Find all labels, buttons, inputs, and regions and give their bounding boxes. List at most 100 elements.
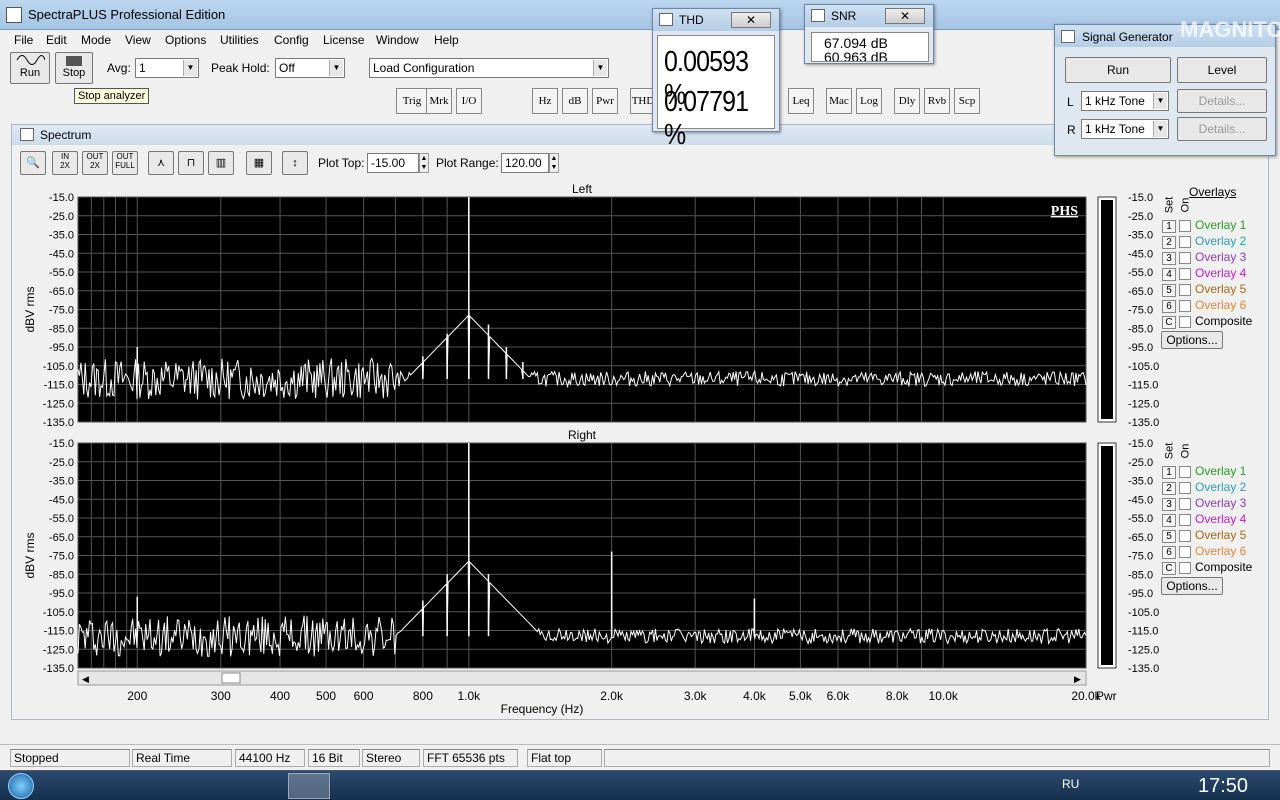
toolbar-btn-rvb[interactable]: Rvb bbox=[924, 88, 950, 114]
peakhold-select[interactable]: Off ▼ bbox=[275, 58, 345, 78]
ytick-left: -115.0 bbox=[44, 380, 74, 392]
menu-options[interactable]: Options bbox=[165, 33, 206, 47]
toolbar-btn-mac[interactable]: Mac bbox=[826, 88, 852, 114]
taskbar-app-spectraplus[interactable] bbox=[288, 773, 330, 799]
zoom-out-2x-icon[interactable]: OUT 2X bbox=[82, 151, 108, 175]
overlay-checkbox[interactable] bbox=[1179, 561, 1191, 574]
ytick-right: -75.0 bbox=[1128, 305, 1153, 317]
menu-mode[interactable]: Mode bbox=[81, 33, 111, 47]
toolbar-btn-log[interactable]: Log bbox=[856, 88, 882, 114]
overlay-row-3: 3 Overlay 3 bbox=[1162, 496, 1246, 511]
plot-title-1: Right bbox=[568, 428, 597, 442]
clock[interactable]: 17:50 bbox=[1198, 775, 1248, 798]
overlay-label: Overlay 1 bbox=[1195, 464, 1247, 478]
plot-range-spinner[interactable]: ▲ ▼ bbox=[549, 153, 559, 173]
overlay-checkbox[interactable] bbox=[1179, 315, 1191, 328]
overlay-checkbox[interactable] bbox=[1179, 235, 1191, 248]
overlay-set-button[interactable]: 5 bbox=[1162, 284, 1176, 297]
overlay-set-button[interactable]: 4 bbox=[1162, 268, 1176, 281]
bar-plot-icon[interactable]: ▥ bbox=[208, 151, 234, 175]
spectrum-title: Spectrum bbox=[40, 128, 92, 142]
toolbar-btn-mrk[interactable]: Mrk bbox=[426, 88, 452, 114]
plot-top-spinner[interactable]: ▲ ▼ bbox=[419, 153, 429, 173]
overlay-set-button[interactable]: 3 bbox=[1162, 252, 1176, 265]
overlay-checkbox[interactable] bbox=[1179, 513, 1191, 526]
toolbar-btn-leq[interactable]: Leq bbox=[788, 88, 814, 114]
siggen-r-label: R bbox=[1067, 123, 1076, 137]
overlay-checkbox[interactable] bbox=[1179, 219, 1191, 232]
toolbar-btn-trig[interactable]: Trig bbox=[396, 88, 428, 114]
overlay-label: Overlay 3 bbox=[1195, 250, 1247, 264]
siggen-level-button[interactable]: Level bbox=[1177, 57, 1267, 83]
overlay-set-button[interactable]: 1 bbox=[1162, 220, 1176, 233]
siggen-r-details-button[interactable]: Details... bbox=[1177, 117, 1267, 141]
toolbar-btn-hz[interactable]: Hz bbox=[532, 88, 558, 114]
peakhold-label: Peak Hold: bbox=[211, 61, 270, 75]
toolbar-btn-dly[interactable]: Dly bbox=[894, 88, 920, 114]
overlay-checkbox[interactable] bbox=[1179, 481, 1191, 494]
menu-window[interactable]: Window bbox=[376, 33, 419, 47]
step-plot-icon[interactable]: ⊓ bbox=[178, 151, 204, 175]
overlay-set-button[interactable]: 4 bbox=[1162, 514, 1176, 527]
overlay-checkbox[interactable] bbox=[1179, 267, 1191, 280]
menu-utilities[interactable]: Utilities bbox=[220, 33, 259, 47]
close-icon[interactable]: ✕ bbox=[731, 12, 771, 28]
config-value: Load Configuration bbox=[373, 61, 475, 75]
plot-range-input[interactable]: 120.00 bbox=[501, 153, 549, 173]
overlay-set-button[interactable]: 2 bbox=[1162, 482, 1176, 495]
siggen-l-details-button[interactable]: Details... bbox=[1177, 89, 1267, 113]
stop-button[interactable]: Stop bbox=[55, 52, 93, 84]
run-button[interactable]: Run bbox=[10, 52, 50, 84]
overlay-set-button[interactable]: 2 bbox=[1162, 236, 1176, 249]
zoom-in-2x-icon[interactable]: IN 2X bbox=[52, 151, 78, 175]
run-label: Run bbox=[19, 67, 41, 79]
menu-file[interactable]: File bbox=[14, 33, 33, 47]
siggen-l-select[interactable]: 1 kHz Tone ▼ bbox=[1081, 91, 1169, 111]
overlay-set-button[interactable]: 6 bbox=[1162, 300, 1176, 313]
overlay-set-button[interactable]: 6 bbox=[1162, 546, 1176, 559]
overlay-set-button[interactable]: C bbox=[1162, 562, 1176, 575]
overlay-checkbox[interactable] bbox=[1179, 545, 1191, 558]
overlay-checkbox[interactable] bbox=[1179, 497, 1191, 510]
config-select[interactable]: Load Configuration ▼ bbox=[369, 58, 609, 78]
zoom-out-full-icon[interactable]: OUT FULL bbox=[112, 151, 138, 175]
menu-license[interactable]: License bbox=[323, 33, 364, 47]
overlay-set-button[interactable]: C bbox=[1162, 316, 1176, 329]
start-button[interactable] bbox=[8, 773, 34, 799]
menu-view[interactable]: View bbox=[125, 33, 151, 47]
avg-select[interactable]: 1 ▼ bbox=[135, 58, 199, 78]
menu-config[interactable]: Config bbox=[274, 33, 309, 47]
menu-help[interactable]: Help bbox=[434, 33, 459, 47]
toolbar-btn-db[interactable]: dB bbox=[562, 88, 588, 114]
siggen-r-select[interactable]: 1 kHz Tone ▼ bbox=[1081, 119, 1169, 139]
overlay-set-button[interactable]: 1 bbox=[1162, 466, 1176, 479]
overlays-options-button[interactable]: Options... bbox=[1161, 331, 1223, 349]
overlay-checkbox[interactable] bbox=[1179, 299, 1191, 312]
overlay-checkbox[interactable] bbox=[1179, 529, 1191, 542]
overlays-options-button[interactable]: Options... bbox=[1161, 577, 1223, 595]
ytick-right: -125.0 bbox=[1128, 644, 1159, 656]
settings-panel-icon[interactable]: ▦ bbox=[246, 151, 272, 175]
plot-top-input[interactable]: -15.00 bbox=[367, 153, 419, 173]
close-icon[interactable]: ✕ bbox=[885, 8, 925, 24]
chevron-down-icon: ▼ bbox=[1153, 121, 1167, 137]
menu-edit[interactable]: Edit bbox=[46, 33, 67, 47]
overlay-checkbox[interactable] bbox=[1179, 465, 1191, 478]
xtick: 400 bbox=[270, 689, 290, 703]
scale-icon[interactable]: ↕ bbox=[282, 151, 308, 175]
line-plot-icon[interactable]: ⋏ bbox=[148, 151, 174, 175]
xtick: 10.0k bbox=[929, 689, 959, 703]
toolbar-btn-scp[interactable]: Scp bbox=[954, 88, 980, 114]
language-indicator[interactable]: RU bbox=[1062, 777, 1079, 791]
zoom-icon[interactable]: 🔍 bbox=[20, 151, 46, 175]
overlay-checkbox[interactable] bbox=[1179, 283, 1191, 296]
snr-window: SNR ✕ 67.094 dB 60.963 dB bbox=[804, 4, 934, 64]
siggen-run-button[interactable]: Run bbox=[1065, 57, 1171, 83]
toolbar-btn-i-o[interactable]: I/O bbox=[456, 88, 482, 114]
overlay-set-button[interactable]: 3 bbox=[1162, 498, 1176, 511]
overlay-checkbox[interactable] bbox=[1179, 251, 1191, 264]
toolbar-btn-pwr[interactable]: Pwr bbox=[592, 88, 618, 114]
overlay-set-button[interactable]: 5 bbox=[1162, 530, 1176, 543]
snr-app-icon bbox=[811, 9, 825, 22]
ytick-left: -15.0 bbox=[49, 438, 74, 450]
